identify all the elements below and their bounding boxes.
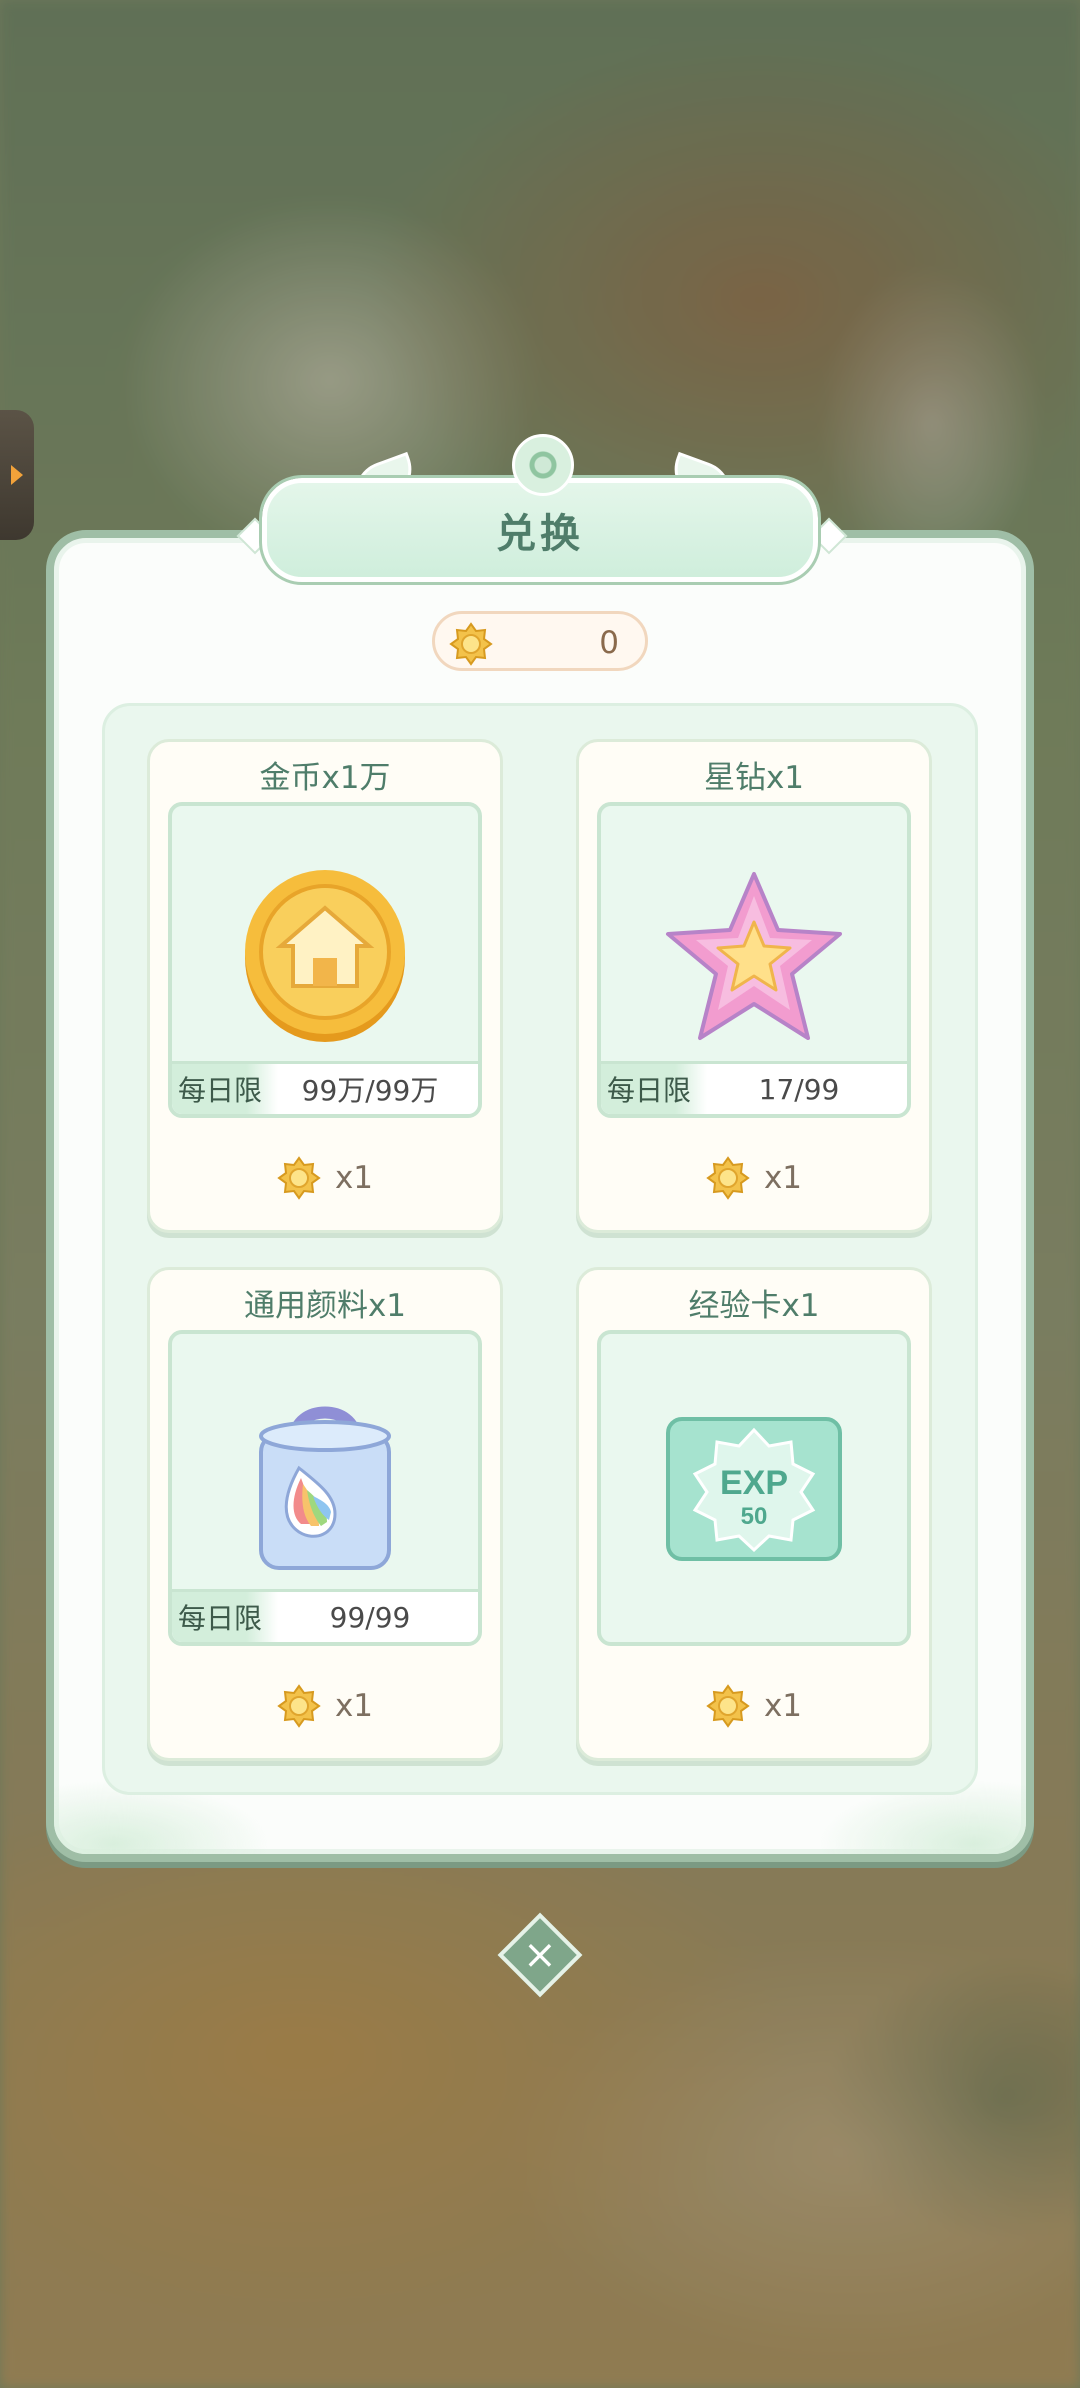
item-preview: EXP 50 — [597, 1330, 911, 1646]
flower-token-icon — [706, 1684, 750, 1728]
cost-quantity: x1 — [334, 1160, 374, 1196]
flower-token-icon — [277, 1156, 321, 1200]
item-title: 通用颜料x1 — [243, 1288, 407, 1324]
flower-token-icon — [449, 622, 493, 666]
exchange-item-exp-card[interactable]: 经验卡x1 EXP 50 x1 — [576, 1267, 932, 1761]
exp-card-text: EXP — [720, 1464, 788, 1502]
paint-bucket-icon — [259, 1406, 391, 1570]
item-preview: 每日限 17/99 — [597, 802, 911, 1118]
daily-limit-bar: 每日限 99/99 — [172, 1589, 478, 1642]
item-cost: x1 — [579, 1156, 929, 1200]
currency-value: 0 — [599, 625, 619, 661]
item-preview: 每日限 99万/99万 — [168, 802, 482, 1118]
cost-quantity: x1 — [763, 1688, 803, 1724]
flower-ornament-icon — [512, 434, 574, 496]
cost-quantity: x1 — [763, 1160, 803, 1196]
daily-limit-value: 99万/99万 — [301, 1074, 439, 1107]
daily-limit-label: 每日限 — [601, 1064, 708, 1114]
cost-quantity: x1 — [334, 1688, 374, 1724]
daily-limit-bar: 每日限 17/99 — [601, 1061, 907, 1114]
item-cost: x1 — [150, 1684, 500, 1728]
daily-limit-label: 每日限 — [172, 1592, 279, 1642]
close-icon: × — [523, 1931, 557, 1978]
chevron-right-icon — [11, 465, 23, 485]
flower-token-icon — [706, 1156, 750, 1200]
daily-limit-label: 每日限 — [172, 1064, 279, 1114]
item-cost: x1 — [150, 1156, 500, 1200]
exp-card-number: 50 — [741, 1503, 768, 1530]
exp-card-icon: EXP 50 — [666, 1417, 842, 1561]
dialog-title: 兑换 — [496, 511, 584, 557]
exchange-item-gold-coin[interactable]: 金币x1万 每日限 99万/99万 x1 — [147, 739, 503, 1233]
item-preview: 每日限 99/99 — [168, 1330, 482, 1646]
flower-token-icon — [277, 1684, 321, 1728]
exchange-item-paint[interactable]: 通用颜料x1 每日限 99/99 x1 — [147, 1267, 503, 1761]
star-diamond-icon — [666, 872, 842, 1040]
item-title: 星钻x1 — [703, 760, 805, 796]
daily-limit-value: 99/99 — [329, 1600, 411, 1634]
exchange-item-star-diamond[interactable]: 星钻x1 每日限 17/99 x1 — [576, 739, 932, 1233]
daily-limit-value: 17/99 — [758, 1072, 840, 1106]
item-title: 金币x1万 — [259, 760, 391, 796]
side-drawer-tab[interactable] — [0, 410, 34, 540]
daily-limit-bar: 每日限 99万/99万 — [172, 1061, 478, 1114]
item-title: 经验卡x1 — [688, 1288, 820, 1324]
currency-balance: 0 — [432, 611, 648, 671]
item-cost: x1 — [579, 1684, 929, 1728]
gold-coin-icon — [245, 870, 405, 1042]
